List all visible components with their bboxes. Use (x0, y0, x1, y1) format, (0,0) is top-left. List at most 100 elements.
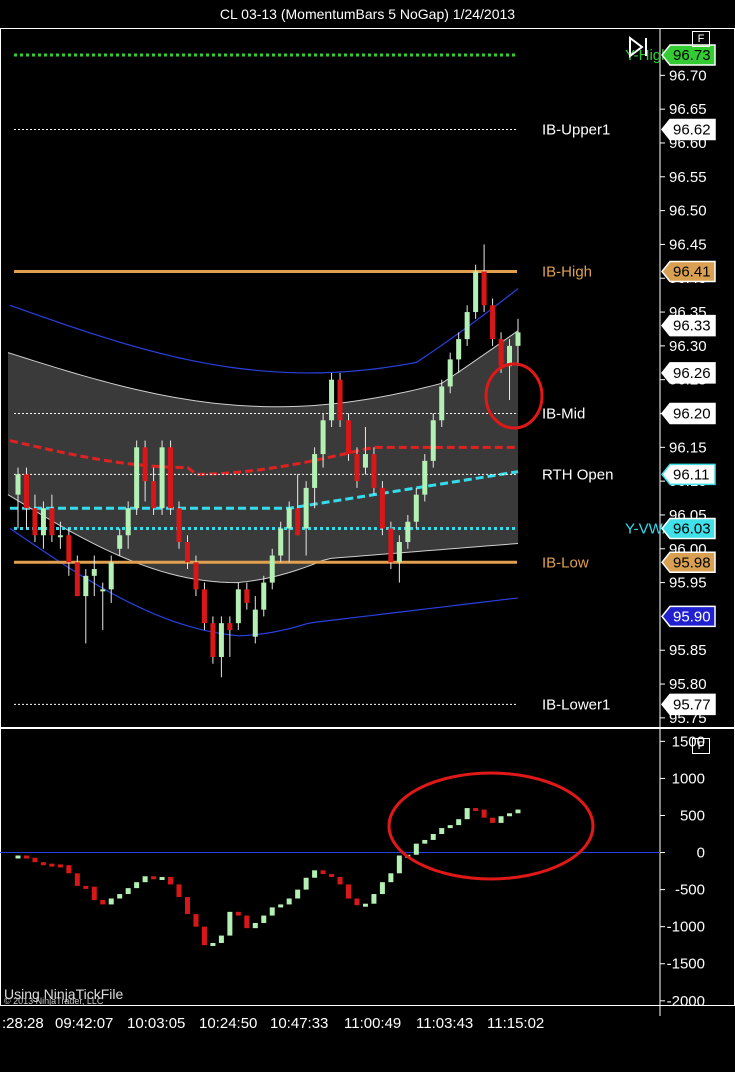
candle-body-59 (515, 332, 521, 346)
candle-body-32 (286, 508, 292, 529)
indicator-bar-4 (49, 863, 55, 867)
time-tick-label-1: 09:42:07 (55, 1015, 113, 1032)
price-tick-label-5: 96.45 (669, 236, 707, 253)
indicator-bar-13 (125, 888, 131, 895)
time-tick-label-2: 10:03:05 (127, 1015, 185, 1032)
candle-body-40 (354, 454, 360, 482)
price-background (0, 28, 735, 728)
price-badge-2: 95.90 (673, 608, 711, 625)
indicator-bar-32 (286, 898, 292, 905)
candle-body-21 (193, 562, 199, 590)
indicator-bar-55 (481, 809, 487, 818)
candle-body-7 (74, 562, 80, 597)
level-badge-2: 96.41 (673, 263, 711, 280)
candle-body-56 (490, 305, 496, 340)
candle-body-28 (252, 609, 258, 637)
candle-body-13 (125, 508, 131, 536)
candle-body-1 (23, 474, 29, 509)
candle-body-10 (100, 589, 106, 592)
time-axis[interactable]: :28:28 09:42:07 10:03:05 10:24:50 10:47:33 11… (0, 1006, 735, 1072)
candle-body-51 (447, 359, 453, 387)
candle-body-5 (57, 535, 63, 538)
indicator-bar-42 (371, 894, 377, 904)
candle-body-47 (413, 494, 419, 522)
indicator-bar-35 (312, 870, 318, 878)
time-tick-label-7: 11:15:02 (487, 1015, 544, 1032)
price-chart[interactable]: Y-HighIB-Upper1IB-HighIB-MidRTH OpenY-VW… (0, 28, 735, 728)
candle-body-19 (176, 508, 182, 543)
level-label-7: IB-Lower1 (542, 696, 610, 713)
candle-body-3 (40, 508, 46, 536)
indicator-tick-label-6: -1500 (667, 956, 705, 973)
price-badge-1: 96.26 (673, 365, 711, 382)
candle-body-27 (244, 589, 250, 603)
indicator-bar-12 (117, 894, 123, 899)
indicator-chart[interactable]: 150010005000-500-1000-1500-2000 (0, 728, 735, 1006)
price-tick-label-15: 95.95 (669, 575, 707, 592)
candle-body-16 (151, 481, 157, 509)
indicator-bar-23 (210, 942, 216, 946)
indicator-bar-26 (235, 911, 241, 916)
indicator-bar-53 (464, 808, 470, 820)
level-label-1: IB-Upper1 (542, 121, 610, 138)
candle-body-41 (362, 454, 368, 468)
indicator-tick-label-7: -2000 (667, 993, 705, 1006)
indicator-bar-6 (66, 865, 72, 874)
indicator-bar-2 (32, 857, 38, 863)
indicator-bar-19 (176, 884, 182, 898)
candle-body-54 (473, 271, 479, 313)
indicator-bar-47 (413, 843, 419, 855)
price-panel-f-button[interactable]: F (692, 31, 710, 47)
level-label-3: IB-Mid (542, 406, 585, 423)
indicator-bar-45 (396, 855, 402, 874)
time-tick-label-4: 10:47:33 (270, 1015, 328, 1032)
indicator-bar-10 (100, 899, 106, 905)
level-label-4: RTH Open (542, 466, 613, 483)
indicator-bar-1 (23, 855, 29, 859)
level-badge-5: 96.03 (673, 520, 711, 537)
play-pause-icon[interactable] (628, 36, 652, 58)
copyright-label: © 2013 NinjaTrader, LLC (4, 996, 104, 1006)
indicator-bar-59 (515, 809, 521, 814)
indicator-bar-33 (295, 889, 301, 899)
candle-body-8 (83, 575, 89, 597)
indicator-bar-18 (168, 877, 174, 885)
indicator-bar-11 (108, 898, 114, 905)
indicator-bar-8 (83, 885, 89, 889)
indicator-bar-14 (134, 882, 140, 889)
indicator-bar-37 (329, 874, 335, 878)
candle-body-36 (320, 420, 326, 455)
indicator-bar-57 (498, 816, 504, 823)
indicator-bar-44 (388, 873, 394, 883)
level-badge-6: 95.98 (673, 554, 711, 571)
candle-body-46 (405, 521, 411, 543)
candle-body-14 (134, 447, 140, 509)
candle-body-34 (303, 487, 309, 529)
indicator-bar-16 (151, 876, 157, 880)
candle-body-22 (201, 589, 207, 624)
indicator-bar-24 (218, 935, 224, 943)
indicator-bar-54 (473, 808, 479, 812)
indicator-panel-f-button[interactable]: F (692, 738, 710, 754)
indicator-bar-30 (269, 907, 275, 916)
indicator-bar-29 (261, 915, 267, 923)
indicator-bar-38 (337, 877, 343, 885)
candle-body-0 (15, 474, 21, 495)
indicator-tick-label-1: 1000 (672, 770, 705, 787)
indicator-bar-27 (244, 915, 250, 929)
indicator-bar-31 (278, 904, 284, 908)
price-tick-label-11: 96.15 (669, 439, 707, 456)
indicator-bar-58 (507, 813, 513, 817)
candle-body-23 (210, 623, 216, 657)
indicator-background (0, 728, 735, 1006)
level-label-2: IB-High (542, 263, 592, 280)
candle-body-37 (329, 379, 335, 421)
indicator-bar-56 (490, 817, 496, 823)
level-badge-3: 96.20 (673, 406, 711, 423)
indicator-bar-7 (74, 873, 80, 886)
indicator-bar-41 (362, 903, 368, 907)
candle-body-42 (371, 454, 377, 488)
indicator-bar-51 (447, 825, 453, 829)
indicator-tick-label-3: 0 (697, 845, 705, 862)
indicator-bar-39 (346, 884, 352, 899)
